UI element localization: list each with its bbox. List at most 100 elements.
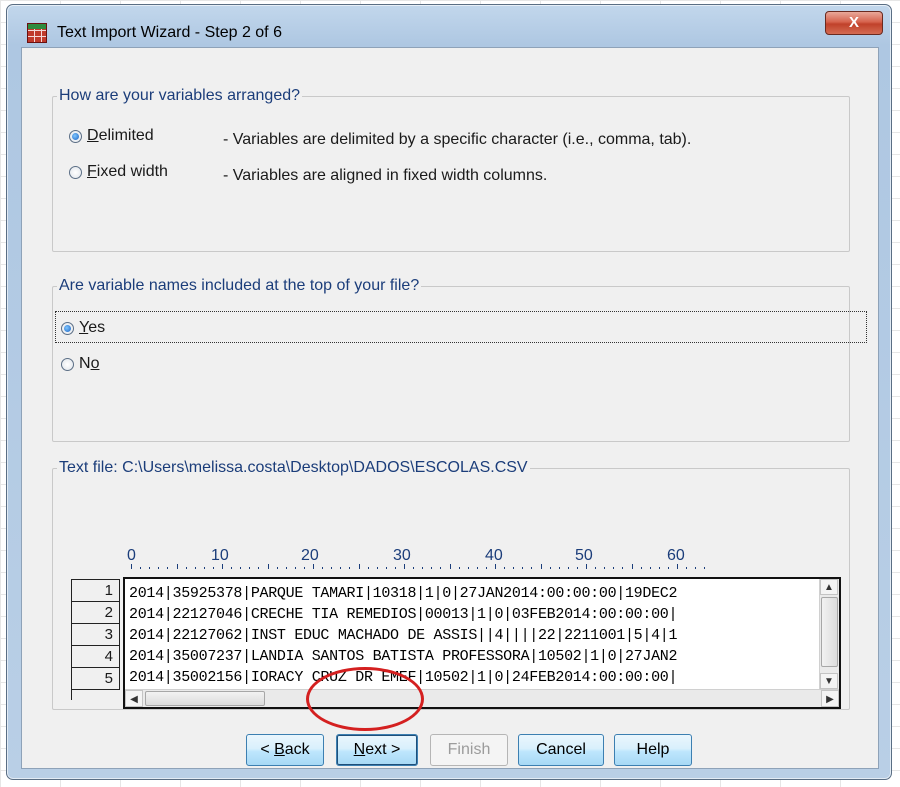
ruler-tick [158,567,160,569]
column-ruler: 0 10 20 30 40 50 60 [127,547,831,571]
scroll-right-arrow-icon[interactable]: ▶ [821,690,839,707]
ruler-tick [394,567,396,569]
ruler-tick [194,567,196,569]
ruler-tick [522,567,524,569]
arrangement-group: How are your variables arranged? Delimit… [52,87,850,252]
ruler-tick [367,567,369,569]
ruler-tick [513,567,515,569]
ruler-tick [485,567,487,569]
ruler-tick [604,567,606,569]
ruler-tick [631,564,633,569]
ruler-tick [504,567,506,569]
vertical-scrollbar[interactable]: ▲ ▼ [819,579,839,689]
ruler-label: 0 [127,547,136,564]
ruler-tick [404,564,405,569]
ruler-tick [667,567,669,569]
ruler-tick [240,567,242,569]
ruler-tick [449,564,451,569]
title-bar[interactable]: Text Import Wizard - Step 2 of 6 X [7,5,891,43]
ruler-tick [167,567,169,569]
ruler-tick [222,564,223,569]
yes-label: Yes [79,319,106,336]
ruler-tick [385,567,387,569]
delimited-description: - Variables are delimited by a specific … [223,131,692,148]
ruler-tick [595,567,597,569]
scroll-down-arrow-icon[interactable]: ▼ [820,673,838,689]
preview-line: 2014|35002156|IORACY CRUZ DR EMEF|10502|… [129,669,678,686]
cancel-button[interactable]: Cancel [518,734,604,766]
ruler-tick [349,567,351,569]
preview-line: 2014|22127046|CRECHE TIA REMEDIOS|00013|… [129,606,678,623]
ruler-label: 50 [575,547,593,564]
no-radio[interactable] [61,357,74,371]
yes-radio-option[interactable]: Yes [61,319,105,337]
ruler-tick [576,567,578,569]
ruler-tick [467,567,469,569]
back-button[interactable]: < Back [246,734,324,766]
ruler-tick [276,567,278,569]
ruler-tick [531,567,533,569]
preview-lines: 2014|35925378|PARQUE TAMARI|10318|1|0|27… [129,583,817,687]
ruler-tick [149,567,151,569]
ruler-tick [540,564,542,569]
ruler-tick [176,564,178,569]
delimited-radio-option[interactable]: Delimited [69,127,154,145]
ruler-tick [677,564,678,569]
ruler-tick [376,567,378,569]
ruler-tick [495,564,496,569]
arrangement-legend: How are your variables arranged? [57,87,303,105]
line-number: 2 [72,602,120,624]
preview-line: 2014|35925378|PARQUE TAMARI|10318|1|0|27… [129,585,678,602]
text-file-group: Text file: C:\Users\melissa.costa\Deskto… [52,459,850,710]
ruler-tick [313,564,314,569]
ruler-tick [258,567,260,569]
horizontal-scroll-thumb[interactable] [145,691,265,706]
ruler-tick [567,567,569,569]
ruler-tick [440,567,442,569]
ruler-tick [131,564,132,569]
ruler-tick [413,567,415,569]
text-file-legend: Text file: C:\Users\melissa.costa\Deskto… [57,459,530,477]
horizontal-scrollbar[interactable]: ◀ ▶ [125,689,839,707]
ruler-tick [558,567,560,569]
line-number: 3 [72,624,120,646]
ruler-tick [640,567,642,569]
file-preview[interactable]: 2014|35925378|PARQUE TAMARI|10318|1|0|27… [123,577,841,709]
fixed-width-label: Fixed width [87,163,168,180]
ruler-tick [322,567,324,569]
fixed-width-radio[interactable] [69,165,82,179]
focus-rectangle [55,311,867,343]
ruler-tick [586,564,587,569]
line-number: 4 [72,646,120,668]
ruler-tick [422,567,424,569]
variable-names-group: Are variable names included at the top o… [52,277,867,442]
ruler-tick [613,567,615,569]
ruler-tick [231,567,233,569]
variable-names-legend: Are variable names included at the top o… [57,277,422,295]
delimited-radio[interactable] [69,129,82,143]
spreadsheet-app-icon [27,23,47,43]
no-radio-option[interactable]: No [61,355,99,373]
ruler-tick [622,567,624,569]
ruler-tick [686,567,688,569]
ruler-label: 10 [211,547,229,564]
ruler-tick [331,567,333,569]
ruler-label: 30 [393,547,411,564]
scroll-up-arrow-icon[interactable]: ▲ [820,579,838,595]
ruler-tick [267,564,269,569]
yes-radio[interactable] [61,321,74,335]
ruler-tick [140,567,142,569]
fixed-width-radio-option[interactable]: Fixed width [69,163,168,181]
delimited-label: Delimited [87,127,154,144]
ruler-label: 60 [667,547,685,564]
finish-button: Finish [430,734,508,766]
line-number: 1 [72,580,120,602]
next-button[interactable]: Next > [336,734,418,766]
ruler-tick [249,567,251,569]
ruler-tick [549,567,551,569]
help-button[interactable]: Help [614,734,692,766]
vertical-scroll-thumb[interactable] [821,597,838,667]
close-button[interactable]: X [825,11,883,35]
scroll-left-arrow-icon[interactable]: ◀ [125,690,143,707]
ruler-tick [695,567,697,569]
